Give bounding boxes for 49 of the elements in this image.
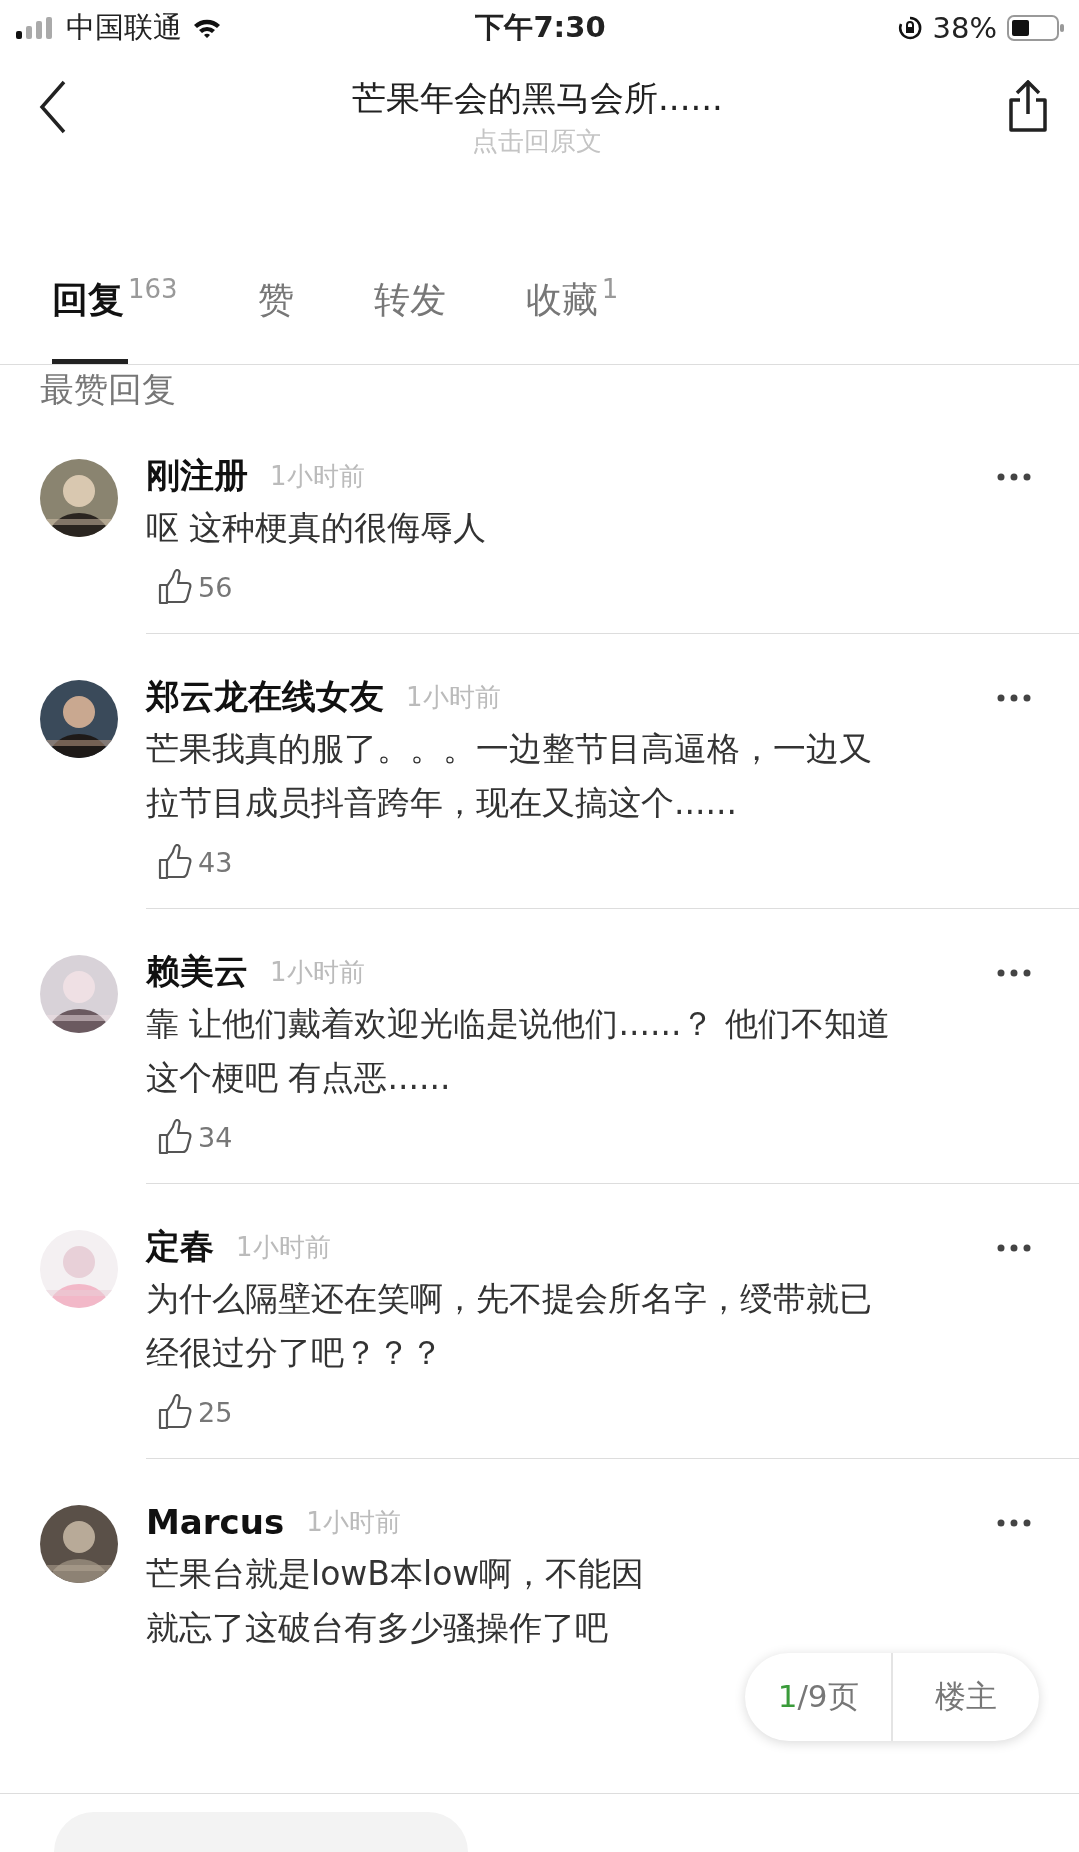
battery-icon: [1007, 15, 1065, 41]
thumbs-up-icon: [158, 1119, 192, 1155]
like-button[interactable]: 34: [146, 1119, 233, 1155]
more-icon: [997, 1243, 1031, 1252]
more-icon: [997, 968, 1031, 977]
more-icon: [997, 472, 1031, 481]
comment-text: 就忘了这破台有多少骚操作了吧: [146, 1607, 609, 1649]
like-button[interactable]: 56: [146, 569, 233, 605]
post-time: 1小时前: [270, 459, 365, 493]
tab[interactable]: 收藏$^{1}$: [525, 276, 619, 364]
thumbs-up-icon: [158, 1394, 192, 1430]
like-button[interactable]: 25: [146, 1394, 233, 1430]
post-time: 1小时前: [236, 1230, 331, 1264]
comment-text: 芒果台就是lowB本low啊，不能因: [146, 1553, 646, 1595]
thumbs-up-icon: [158, 844, 192, 880]
post-title: 芒果年会的黑马会所......: [352, 77, 723, 120]
tab[interactable]: 转发: [373, 276, 446, 364]
page-indicator[interactable]: 1/9页: [745, 1653, 892, 1741]
comment-text: 这个梗吧 有点恶......: [146, 1057, 452, 1099]
comment-text: 呕 这种梗真的很侮辱人: [146, 507, 488, 549]
section-heading: 最赞回复: [39, 368, 177, 411]
tab[interactable]: 赞: [257, 276, 294, 364]
carrier-name: 中国联通: [66, 9, 182, 46]
post-time: 1小时前: [306, 1505, 401, 1539]
comment-text: 靠 让他们戴着欢迎光临是说他们......？ 他们不知道: [146, 1003, 891, 1045]
owner-filter-button[interactable]: 楼主: [892, 1653, 1039, 1741]
comment-text: 芒果我真的服了。。。一边整节目高逼格，一边又: [146, 728, 873, 770]
user-name[interactable]: 赖美云: [146, 949, 248, 995]
share-button[interactable]: [1007, 80, 1049, 135]
rotation-lock-icon: [896, 15, 923, 41]
share-icon: [1007, 80, 1049, 132]
clock-time: 下午7:30: [475, 9, 606, 46]
more-icon: [997, 1518, 1031, 1527]
battery-percent: 38%: [932, 11, 997, 45]
comment-text: 经很过分了吧？？？: [146, 1332, 444, 1374]
user-name[interactable]: 定春: [146, 1224, 214, 1270]
back-icon: [38, 80, 68, 134]
post-time: 1小时前: [270, 955, 365, 989]
more-icon: [997, 693, 1031, 702]
tab[interactable]: 回复$^{163}$: [52, 276, 178, 364]
thumbs-up-icon: [158, 569, 192, 605]
user-name[interactable]: Marcus: [146, 1502, 285, 1542]
wifi-icon: [192, 17, 222, 39]
user-name[interactable]: 刚注册: [146, 453, 248, 499]
like-button[interactable]: 43: [146, 844, 233, 880]
user-name[interactable]: 郑云龙在线女友: [146, 674, 384, 720]
comment-text: 拉节目成员抖音跨年，现在又搞这个......: [146, 782, 738, 824]
post-time: 1小时前: [406, 680, 501, 714]
comment-text: 为什么隔壁还在笑啊，先不提会所名字，绶带就已: [146, 1278, 873, 1320]
